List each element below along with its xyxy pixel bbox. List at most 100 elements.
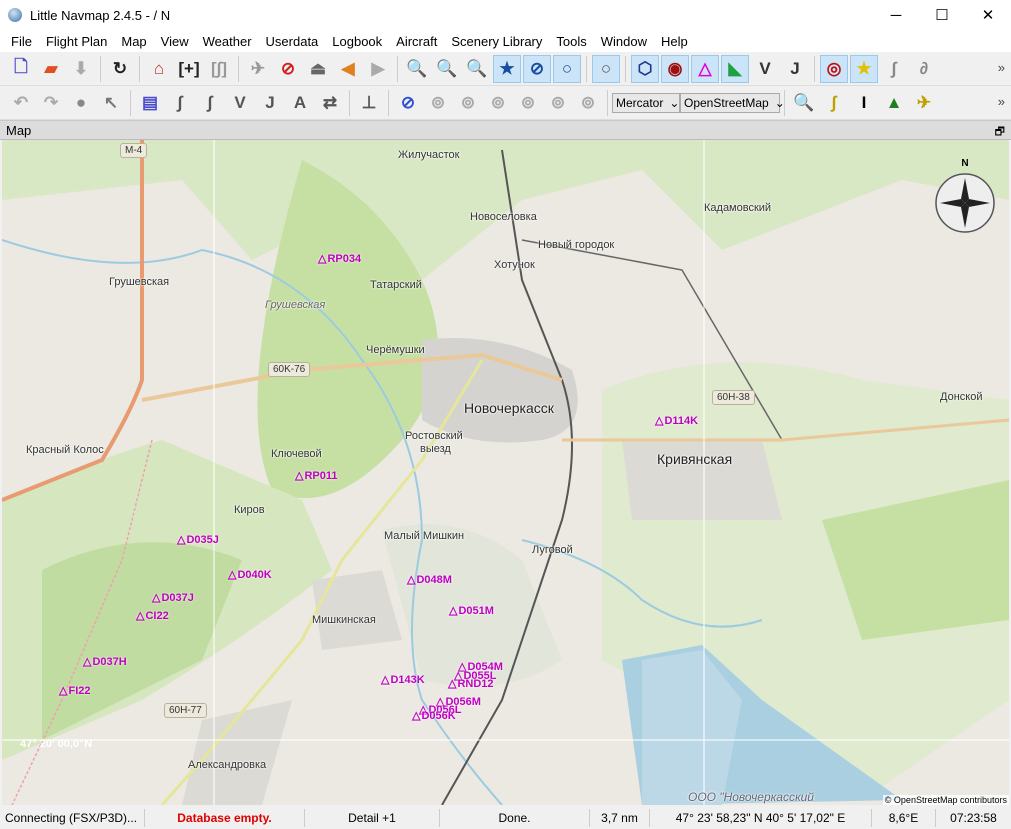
menu-aircraft[interactable]: Aircraft <box>389 34 444 49</box>
airspace-spec-button[interactable]: ⊚ <box>514 89 542 117</box>
close-button[interactable]: ✕ <box>965 0 1011 30</box>
route-reverse-button[interactable]: ⇄ <box>316 89 344 117</box>
airspace-all-button[interactable]: ⊘ <box>394 89 422 117</box>
toolbar-separator <box>625 55 626 82</box>
toolbar-overflow-button[interactable]: » <box>998 60 1005 75</box>
empty-airports-button[interactable]: ○ <box>553 54 581 83</box>
new-flightplan-button[interactable]: 🗋 <box>7 55 35 83</box>
airspace-icao-button[interactable]: ⊚ <box>424 89 452 117</box>
map-view[interactable]: Жилучасток Новоселовка Новый городок Хот… <box>2 140 1009 805</box>
save-flightplan-button[interactable]: ⬇ <box>67 55 95 83</box>
airspace-fir-button[interactable]: ⊚ <box>454 89 482 117</box>
vor-button[interactable]: ⬡ <box>631 54 659 83</box>
minimize-button[interactable]: ─ <box>873 0 919 30</box>
toolbar2-overflow-button[interactable]: » <box>998 94 1005 109</box>
airspace-rstr-icon: ⊚ <box>490 92 506 112</box>
soft-airports-button[interactable]: ⊘ <box>523 54 551 83</box>
zoom-fit-button[interactable]: 🔍 <box>463 55 491 83</box>
menu-help[interactable]: Help <box>654 34 695 49</box>
menu-logbook[interactable]: Logbook <box>325 34 389 49</box>
profile-window-button[interactable]: ▲ <box>880 89 908 117</box>
ils-button[interactable]: ◣ <box>721 54 749 83</box>
add-position-button[interactable]: [+] <box>175 55 203 83</box>
victor-airways-button[interactable]: V <box>751 55 779 83</box>
info-window-button[interactable]: I <box>850 89 878 117</box>
userpoints-button[interactable]: ★ <box>850 54 878 83</box>
menu-window[interactable]: Window <box>594 34 654 49</box>
waypoint-label[interactable]: D048M <box>407 573 451 586</box>
waypoint-label[interactable]: D143K <box>381 673 424 686</box>
projection-select[interactable]: Mercator ⌄ <box>612 92 680 113</box>
town-label: выезд <box>420 443 451 455</box>
menu-map[interactable]: Map <box>114 34 153 49</box>
airports-icon: ★ <box>499 58 515 78</box>
reload-button[interactable]: ↻ <box>106 55 134 83</box>
airports-button[interactable]: ★ <box>493 54 521 83</box>
undo-button[interactable]: ↶ <box>7 89 35 117</box>
airspace-other-button[interactable]: ⊚ <box>544 89 572 117</box>
waypoint-label[interactable]: D056K <box>412 709 455 722</box>
erase-trail-button[interactable]: ⏏ <box>304 55 332 83</box>
route-edit-button[interactable]: ∫ <box>166 89 194 117</box>
zoom-fit-icon: 🔍 <box>466 58 488 78</box>
route-departure-button[interactable]: ∫ <box>196 89 224 117</box>
route-a-button[interactable]: A <box>286 89 314 117</box>
flightplan-window-button[interactable]: ∫ <box>820 89 848 117</box>
measure-button[interactable]: ● <box>67 89 95 117</box>
route-v-button[interactable]: V <box>226 89 254 117</box>
route-reverse-icon: ⇄ <box>322 92 338 112</box>
menu-file[interactable]: File <box>4 34 39 49</box>
waypoint-label[interactable]: RP034 <box>318 252 361 265</box>
addon-airports-button[interactable]: ○ <box>592 54 620 83</box>
zoom-in-button[interactable]: 🔍 <box>403 55 431 83</box>
waypoint-label[interactable]: RP011 <box>295 469 337 482</box>
waypoint-label[interactable]: D035J <box>177 533 218 546</box>
menu-flight-plan[interactable]: Flight Plan <box>39 34 114 49</box>
center-aircraft-button[interactable]: ✈ <box>244 55 272 83</box>
back-button[interactable]: ◀ <box>334 55 362 83</box>
menu-scenery-library[interactable]: Scenery Library <box>444 34 549 49</box>
waypoint-label[interactable]: D051M <box>449 604 493 617</box>
waypoint-button[interactable]: △ <box>691 54 719 83</box>
jet-airways-button[interactable]: J <box>781 55 809 83</box>
menu-weather[interactable]: Weather <box>196 34 259 49</box>
menu-tools[interactable]: Tools <box>549 34 593 49</box>
menu-userdata[interactable]: Userdata <box>259 34 326 49</box>
missed-button[interactable]: ∂ <box>910 55 938 83</box>
aircraft-window-button[interactable]: ✈ <box>910 89 938 117</box>
waypoint-label[interactable]: D114K <box>655 414 698 427</box>
user-aircraft-button[interactable]: ◎ <box>820 54 848 83</box>
forward-button[interactable]: ▶ <box>364 55 392 83</box>
waypoint-label[interactable]: D040K <box>228 568 271 581</box>
route-j-button[interactable]: J <box>256 89 284 117</box>
home-button[interactable]: ⌂ <box>145 55 173 83</box>
waypoint-label[interactable]: CI22 <box>136 609 168 622</box>
waypoint-label[interactable]: D037J <box>152 591 193 604</box>
route-insert-button[interactable]: ⊥ <box>355 89 383 117</box>
select-button[interactable]: ↖ <box>97 89 125 117</box>
map-theme-select[interactable]: OpenStreetMap ⌄ <box>680 92 785 113</box>
ndb-button[interactable]: ◉ <box>661 54 689 83</box>
open-flightplan-button[interactable]: ▰ <box>37 55 65 83</box>
town-label: Грушевская <box>109 276 170 288</box>
toolbar-separator <box>607 89 608 116</box>
route-add-button[interactable]: ▤ <box>136 89 164 117</box>
distance-status: 3,7 nm <box>590 809 650 827</box>
flightplan-range-button[interactable]: [∫] <box>205 55 233 83</box>
maximize-button[interactable]: ☐ <box>919 0 965 30</box>
airspace-altitude-button[interactable]: ⊚ <box>574 89 602 117</box>
waypoint-label[interactable]: D037H <box>83 655 126 668</box>
search-window-button[interactable]: 🔍 <box>790 89 818 117</box>
zoom-out-icon: 🔍 <box>436 58 458 78</box>
waypoint-label[interactable]: RND12 <box>448 677 493 690</box>
procedures-button[interactable]: ∫ <box>880 55 908 83</box>
osm-credit[interactable]: © OpenStreetMap contributors <box>882 795 1009 805</box>
airspace-rstr-button[interactable]: ⊚ <box>484 89 512 117</box>
no-aircraft-button[interactable]: ⊘ <box>274 55 302 83</box>
zoom-out-button[interactable]: 🔍 <box>433 55 461 83</box>
waypoint-label[interactable]: FI22 <box>59 684 90 697</box>
road-shield: 60H-77 <box>164 703 207 718</box>
menu-view[interactable]: View <box>154 34 196 49</box>
redo-button[interactable]: ↷ <box>37 89 65 117</box>
city-label: Новочеркасск <box>464 400 554 416</box>
